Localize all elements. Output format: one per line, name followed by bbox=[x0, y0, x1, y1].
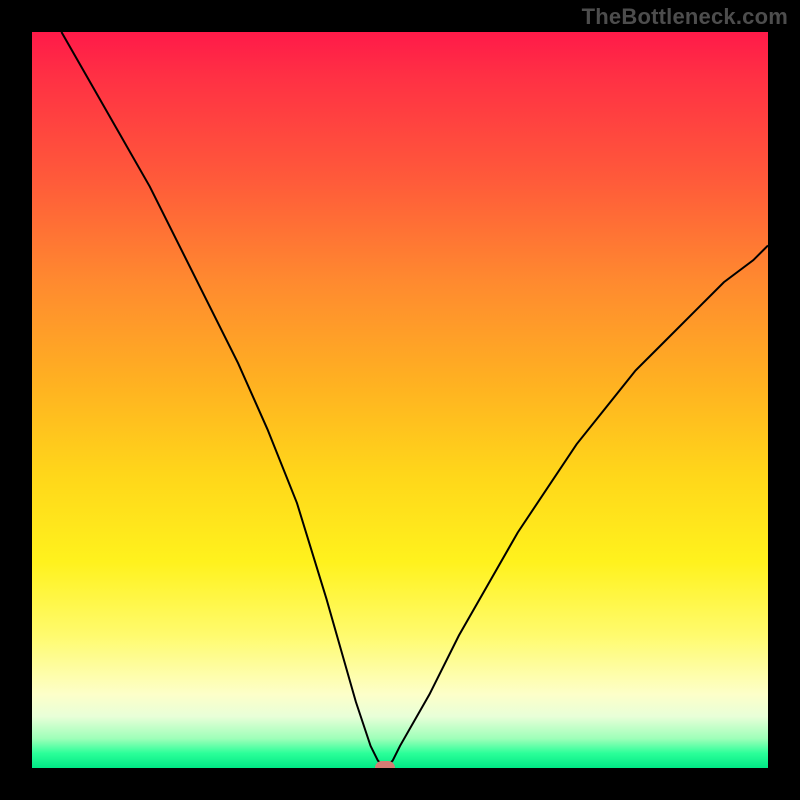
watermark-text: TheBottleneck.com bbox=[582, 4, 788, 30]
plot-area bbox=[32, 32, 768, 768]
curve-path bbox=[61, 32, 768, 768]
chart-frame: TheBottleneck.com bbox=[0, 0, 800, 800]
bottleneck-curve bbox=[32, 32, 768, 768]
minimum-marker bbox=[375, 761, 395, 768]
